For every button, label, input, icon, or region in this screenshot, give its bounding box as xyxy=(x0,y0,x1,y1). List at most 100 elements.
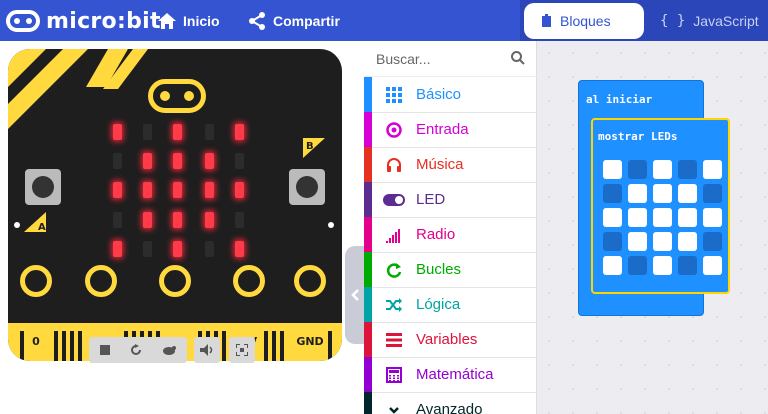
led-r1-c0 xyxy=(113,153,122,169)
board-logo[interactable] xyxy=(148,79,206,113)
show-leds-label: mostrar LEDs xyxy=(598,130,678,143)
tab-blocks[interactable]: Bloques xyxy=(524,3,644,39)
led-cell-r1-c3[interactable] xyxy=(678,184,697,203)
share-button[interactable]: Compartir xyxy=(248,0,340,41)
led-cell-r1-c4[interactable] xyxy=(703,184,722,203)
led-r2-c0 xyxy=(113,182,122,198)
led-cell-r4-c4[interactable] xyxy=(703,256,722,275)
led-cell-r2-c3[interactable] xyxy=(678,208,697,227)
category-básico[interactable]: Básico xyxy=(364,77,537,112)
category-radio[interactable]: Radio xyxy=(364,217,537,252)
chevron-left-icon xyxy=(350,289,359,301)
led-r1-c1 xyxy=(143,153,152,169)
category-lógica[interactable]: Lógica xyxy=(364,287,537,322)
led-r2-c2 xyxy=(173,182,182,198)
search-input[interactable] xyxy=(376,50,506,68)
category-entrada[interactable]: Entrada xyxy=(364,112,537,147)
microbit-board: A B 0123VGND xyxy=(8,49,342,361)
button-a-label: A xyxy=(38,222,46,232)
sound-button[interactable] xyxy=(194,337,220,363)
led-cell-r0-c0[interactable] xyxy=(603,160,622,179)
led-cell-r2-c1[interactable] xyxy=(628,208,647,227)
pin-label: 0 xyxy=(32,335,40,348)
toolbox: Básico Entrada Música LED Radio Bucles Lógica V… xyxy=(364,41,537,414)
category-label: Básico xyxy=(416,86,462,103)
restart-icon[interactable] xyxy=(130,344,142,356)
category-matemática[interactable]: Matemática xyxy=(364,357,537,392)
category-música[interactable]: Música xyxy=(364,147,537,182)
collapse-simulator-button[interactable] xyxy=(345,246,364,344)
category-label: Avanzado xyxy=(416,401,483,414)
led-cell-r1-c1[interactable] xyxy=(628,184,647,203)
led-cell-r4-c0[interactable] xyxy=(603,256,622,275)
led-cell-r3-c1[interactable] xyxy=(628,232,647,251)
microbit-logo[interactable]: micro:bit xyxy=(6,8,161,34)
target-icon xyxy=(382,121,406,138)
led-cell-r3-c2[interactable] xyxy=(653,232,672,251)
led-r4-c1 xyxy=(143,241,152,257)
led-r2-c1 xyxy=(143,182,152,198)
category-label: Radio xyxy=(416,226,456,243)
slowmo-icon[interactable] xyxy=(162,345,176,355)
fullscreen-icon xyxy=(236,344,248,356)
search-icon[interactable] xyxy=(511,51,525,65)
led-r4-c4 xyxy=(235,241,244,257)
home-button[interactable]: Inicio xyxy=(158,0,220,41)
led-r3-c1 xyxy=(143,212,152,228)
category-label: Bucles xyxy=(416,261,462,278)
stop-icon[interactable] xyxy=(100,345,110,355)
pin-0[interactable] xyxy=(20,265,52,297)
led-cell-r0-c4[interactable] xyxy=(703,160,722,179)
led-cell-r4-c3[interactable] xyxy=(678,256,697,275)
led-cell-r1-c2[interactable] xyxy=(653,184,672,203)
braces-icon: { } xyxy=(660,13,686,29)
led-r0-c2 xyxy=(173,124,182,140)
fullscreen-button[interactable] xyxy=(229,337,255,363)
led-cell-r2-c2[interactable] xyxy=(653,208,672,227)
pin-1[interactable] xyxy=(85,265,117,297)
category-variables[interactable]: Variables xyxy=(364,322,537,357)
button-b[interactable] xyxy=(289,169,325,205)
logo-text: micro:bit xyxy=(46,8,161,34)
pin-3v[interactable] xyxy=(233,265,265,297)
pin-label: GND xyxy=(296,335,324,348)
shuffle-icon xyxy=(382,297,406,312)
led-r0-c4 xyxy=(235,124,244,140)
board-edge-dot xyxy=(328,222,334,228)
button-a[interactable] xyxy=(25,169,61,205)
category-label: Lógica xyxy=(416,296,461,313)
led-r3-c3 xyxy=(205,212,214,228)
led-cell-r3-c4[interactable] xyxy=(703,232,722,251)
led-cell-r0-c3[interactable] xyxy=(678,160,697,179)
led-cell-r1-c0[interactable] xyxy=(603,184,622,203)
button-b-label: B xyxy=(306,141,314,152)
category-avanzado[interactable]: Avanzado xyxy=(364,392,537,414)
pin-gnd[interactable] xyxy=(294,265,326,297)
refresh-icon xyxy=(382,262,406,278)
calculator-icon xyxy=(382,366,406,383)
led-cell-r4-c2[interactable] xyxy=(653,256,672,275)
led-r1-c3 xyxy=(205,153,214,169)
led-cell-r2-c0[interactable] xyxy=(603,208,622,227)
sound-icon xyxy=(200,344,213,356)
led-cell-r0-c2[interactable] xyxy=(653,160,672,179)
led-cell-r0-c1[interactable] xyxy=(628,160,647,179)
show-leds-block[interactable]: mostrar LEDs xyxy=(591,118,730,294)
category-label: Entrada xyxy=(416,121,469,138)
list-icon xyxy=(382,332,406,347)
led-cell-r4-c1[interactable] xyxy=(628,256,647,275)
category-led[interactable]: LED xyxy=(364,182,537,217)
board-edge-dot xyxy=(14,222,20,228)
pin-2[interactable] xyxy=(159,265,191,297)
led-cell-r3-c3[interactable] xyxy=(678,232,697,251)
led-r3-c2 xyxy=(173,212,182,228)
led-r1-c2 xyxy=(173,153,182,169)
microbit-logo-icon xyxy=(6,10,40,32)
led-r4-c2 xyxy=(173,241,182,257)
simulator-controls xyxy=(89,337,255,363)
led-cell-r2-c4[interactable] xyxy=(703,208,722,227)
led-r0-c1 xyxy=(143,124,152,140)
tab-javascript[interactable]: { } JavaScript xyxy=(660,3,759,39)
led-cell-r3-c0[interactable] xyxy=(603,232,622,251)
category-bucles[interactable]: Bucles xyxy=(364,252,537,287)
